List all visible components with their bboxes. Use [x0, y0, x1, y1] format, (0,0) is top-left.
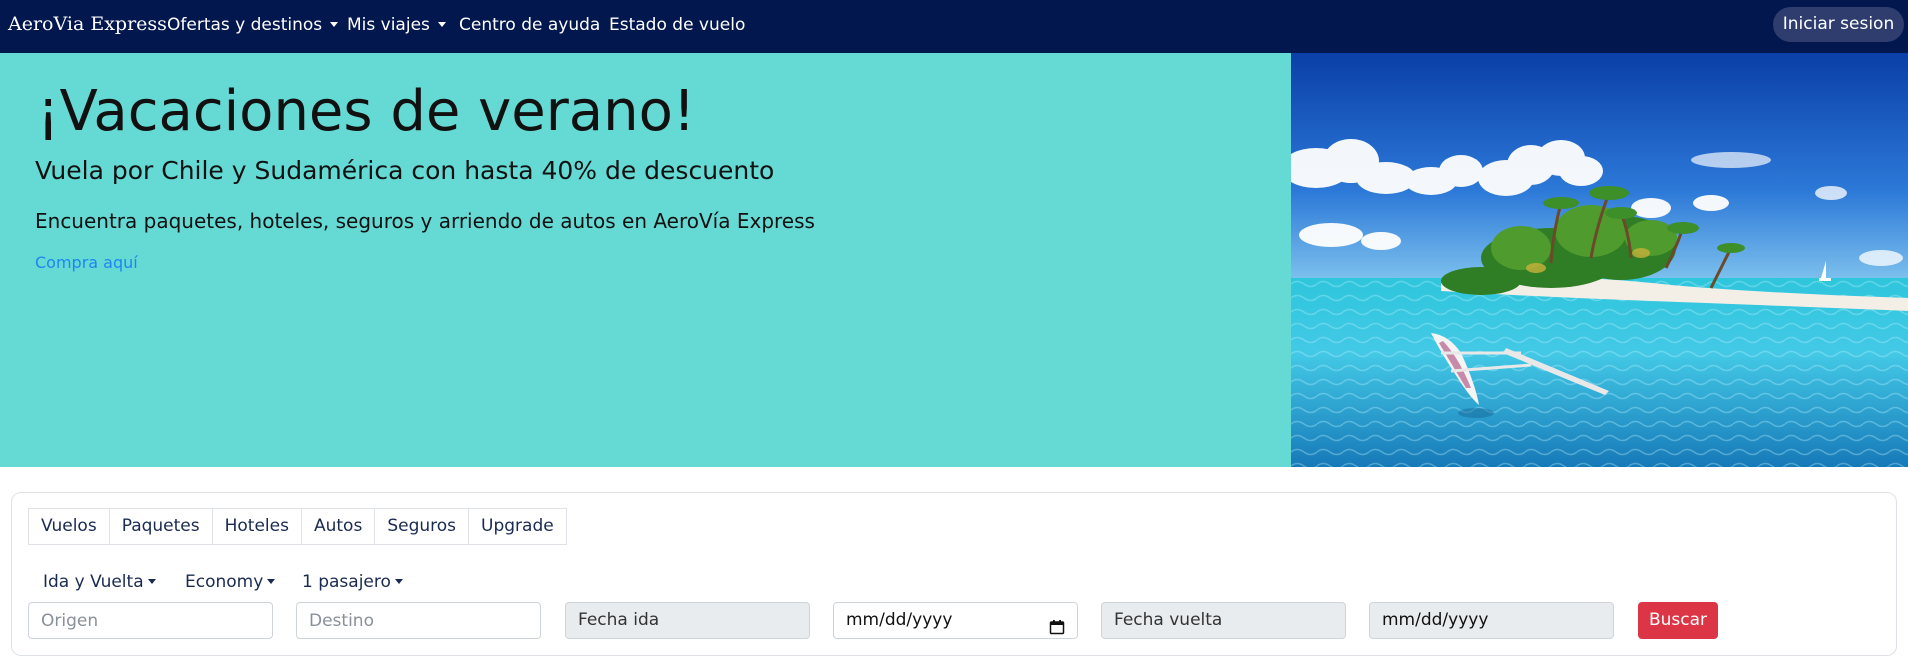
return-date-value: mm/dd/yyyy — [1382, 610, 1489, 630]
hero-title: ¡Vacaciones de verano! — [37, 79, 696, 144]
cabin-class-dropdown[interactable]: Economy — [185, 572, 276, 592]
cabin-class-label: Economy — [185, 572, 264, 592]
chevron-down-icon — [330, 22, 339, 27]
nav-ofertas-label: Ofertas y destinos — [167, 15, 323, 35]
chevron-down-icon — [147, 579, 156, 584]
search-tabs: Vuelos Paquetes Hoteles Autos Seguros Up… — [28, 508, 567, 545]
trip-type-label: Ida y Vuelta — [43, 572, 144, 592]
brand-logo[interactable]: AeroVia Express — [8, 13, 167, 35]
depart-date-input[interactable]: mm/dd/yyyy — [833, 602, 1078, 639]
tab-vuelos[interactable]: Vuelos — [28, 508, 110, 545]
origin-input[interactable] — [28, 602, 273, 639]
depart-date-value: mm/dd/yyyy — [846, 610, 953, 630]
chevron-down-icon — [394, 579, 403, 584]
chevron-down-icon — [437, 22, 446, 27]
passengers-dropdown[interactable]: 1 pasajero — [302, 572, 403, 592]
nav-mis-viajes-dropdown[interactable]: Mis viajes — [347, 15, 446, 35]
nav-ofertas-dropdown[interactable]: Ofertas y destinos — [167, 15, 339, 35]
hero-banner: ¡Vacaciones de verano! Vuela por Chile y… — [0, 53, 1291, 467]
hero-description: Encuentra paquetes, hoteles, seguros y a… — [35, 209, 815, 233]
calendar-icon[interactable] — [1049, 613, 1065, 648]
top-navbar: AeroVia Express Ofertas y destinos Mis v… — [0, 0, 1908, 53]
chevron-down-icon — [267, 579, 276, 584]
tab-paquetes[interactable]: Paquetes — [108, 508, 213, 545]
buy-here-link[interactable]: Compra aquí — [35, 253, 138, 272]
passengers-label: 1 pasajero — [302, 572, 391, 592]
return-date-input[interactable]: mm/dd/yyyy — [1369, 602, 1614, 639]
destination-input[interactable] — [296, 602, 541, 639]
search-button[interactable]: Buscar — [1638, 602, 1718, 639]
nav-estado-vuelo[interactable]: Estado de vuelo — [609, 15, 745, 35]
nav-mis-viajes-label: Mis viajes — [347, 15, 430, 35]
hero-subtitle: Vuela por Chile y Sudamérica con hasta 4… — [35, 156, 775, 185]
nav-centro-ayuda[interactable]: Centro de ayuda — [459, 15, 600, 35]
tab-hoteles[interactable]: Hoteles — [211, 508, 302, 545]
tropical-island-photo — [1291, 53, 1908, 467]
tab-autos[interactable]: Autos — [300, 508, 376, 545]
login-button[interactable]: Iniciar sesion — [1773, 7, 1904, 42]
trip-type-dropdown[interactable]: Ida y Vuelta — [43, 572, 156, 592]
return-date-label: Fecha vuelta — [1101, 602, 1346, 639]
tab-seguros[interactable]: Seguros — [374, 508, 470, 545]
depart-date-label: Fecha ida — [565, 602, 810, 639]
tab-upgrade[interactable]: Upgrade — [468, 508, 567, 545]
